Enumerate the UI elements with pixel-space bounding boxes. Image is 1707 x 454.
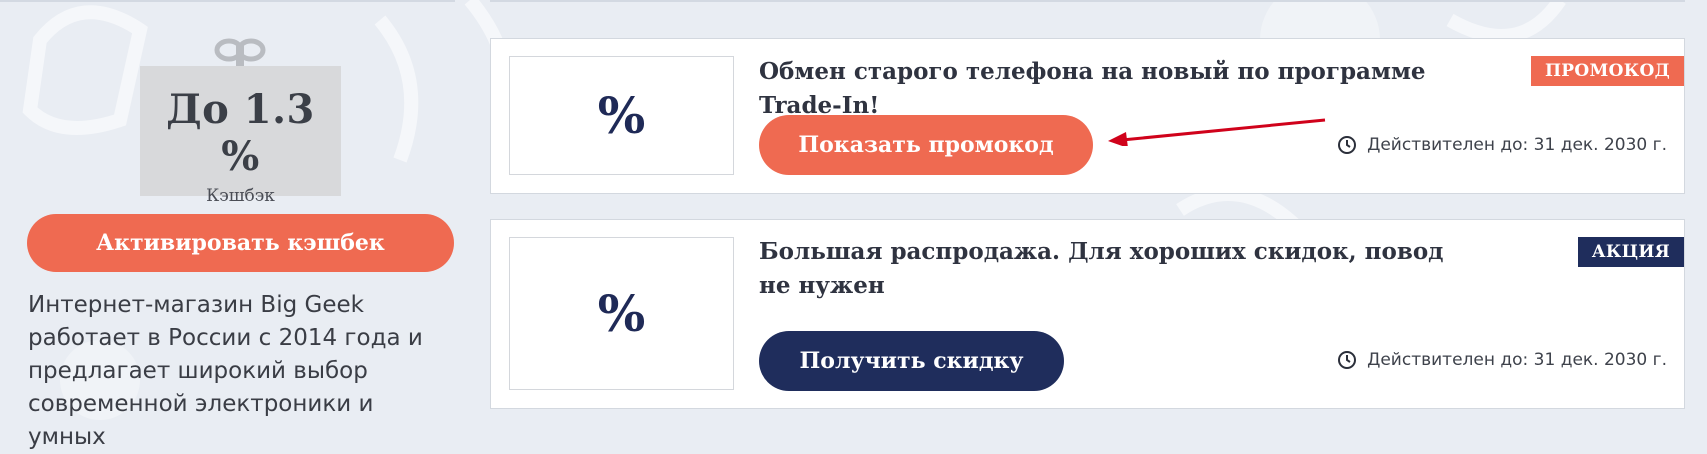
- store-description: Интернет-магазин Big Geek работает в Рос…: [28, 292, 423, 450]
- clock-icon: [1338, 136, 1357, 154]
- sale-badge: АКЦИЯ: [1577, 237, 1684, 267]
- offer-thumbnail[interactable]: %: [509, 237, 734, 390]
- top-divider-left: [0, 0, 455, 2]
- annotation-arrow-icon: [1108, 118, 1326, 146]
- top-divider-right: [490, 0, 1685, 2]
- cashback-value: До 1.3 %: [166, 86, 315, 180]
- offer-title[interactable]: Обмен старого телефона на новый по прогр…: [759, 55, 1459, 123]
- validity-info: Действителен до: 31 дек. 2030 г.: [1337, 135, 1667, 155]
- percent-symbol: %: [597, 86, 646, 145]
- activate-cashback-button[interactable]: Активировать кэшбек: [27, 214, 454, 272]
- cashback-caption: Кэшбэк: [206, 186, 275, 206]
- show-promocode-button[interactable]: Показать промокод: [759, 115, 1093, 175]
- offer-thumbnail[interactable]: %: [509, 56, 734, 175]
- gift-bow-icon: [214, 38, 266, 68]
- validity-text: Действителен до: 31 дек. 2030 г.: [1367, 350, 1667, 370]
- promocode-badge: ПРОМОКОД: [1530, 56, 1684, 86]
- cashback-card: До 1.3 % Кэшбэк: [140, 66, 341, 206]
- offer-card-promocode: % Обмен старого телефона на новый по про…: [490, 38, 1685, 194]
- offer-title[interactable]: Большая распродажа. Для хороших скидок, …: [759, 235, 1449, 303]
- percent-symbol: %: [597, 284, 646, 343]
- validity-info: Действителен до: 31 дек. 2030 г.: [1337, 350, 1667, 370]
- validity-text: Действителен до: 31 дек. 2030 г.: [1367, 135, 1667, 155]
- offer-card-sale: % Большая распродажа. Для хороших скидок…: [490, 219, 1685, 409]
- clock-icon: [1338, 351, 1357, 369]
- get-discount-button[interactable]: Получить скидку: [759, 331, 1064, 391]
